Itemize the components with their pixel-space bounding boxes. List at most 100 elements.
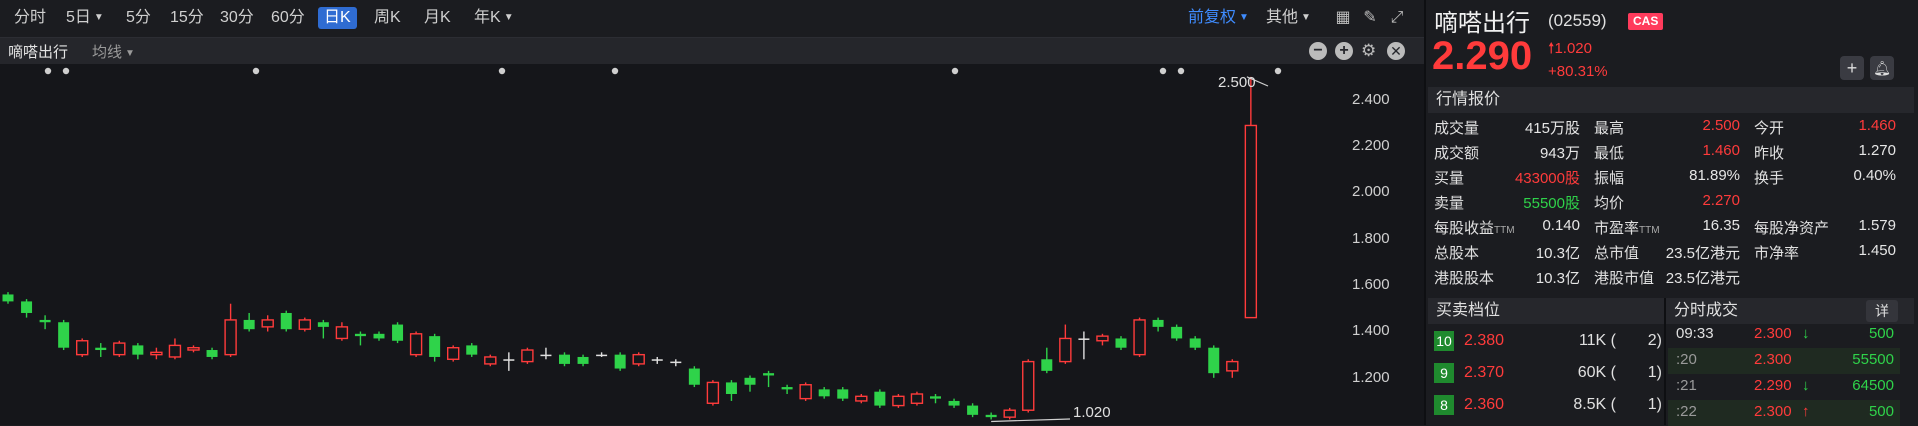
candle[interactable] bbox=[224, 303, 237, 357]
event-marker[interactable] bbox=[951, 67, 959, 75]
candle[interactable] bbox=[614, 352, 626, 371]
candle[interactable] bbox=[95, 343, 107, 357]
grid-layout-icon[interactable]: ▦ bbox=[1334, 9, 1352, 27]
zoom-out-icon[interactable]: − bbox=[1309, 42, 1327, 60]
settings-gear-icon[interactable]: ⚙ bbox=[1361, 41, 1376, 61]
candle[interactable] bbox=[632, 352, 645, 367]
candle[interactable] bbox=[930, 394, 941, 404]
candle[interactable] bbox=[243, 312, 255, 332]
candle[interactable] bbox=[1171, 324, 1183, 341]
candle[interactable] bbox=[58, 319, 70, 351]
candlestick-chart[interactable]: 2.400 2.200 2.000 1.800 1.600 1.400 1.20… bbox=[0, 64, 1424, 425]
candle[interactable] bbox=[466, 343, 478, 357]
candle[interactable] bbox=[335, 322, 349, 341]
candle[interactable] bbox=[670, 359, 682, 367]
event-marker[interactable] bbox=[62, 67, 70, 75]
period-5day[interactable]: 5日 ▼ bbox=[60, 7, 110, 29]
candle[interactable] bbox=[985, 412, 997, 420]
candle[interactable] bbox=[1096, 333, 1109, 346]
candle[interactable] bbox=[521, 347, 534, 364]
event-marker[interactable] bbox=[1274, 67, 1282, 75]
candle[interactable] bbox=[1244, 76, 1258, 319]
alert-bell-icon[interactable]: 🔔︎ bbox=[1870, 56, 1894, 80]
candle[interactable] bbox=[874, 389, 886, 408]
candle[interactable] bbox=[1208, 345, 1220, 378]
candle[interactable] bbox=[317, 319, 329, 339]
candle[interactable] bbox=[818, 387, 830, 399]
period-30min[interactable]: 30分 bbox=[214, 7, 260, 29]
candle[interactable] bbox=[280, 310, 292, 332]
fullscreen-icon[interactable]: ⤢ bbox=[1388, 9, 1406, 27]
candle[interactable] bbox=[706, 380, 720, 406]
candle[interactable] bbox=[1115, 336, 1127, 351]
candle[interactable] bbox=[1059, 324, 1072, 364]
candle[interactable] bbox=[1133, 317, 1146, 357]
candle[interactable] bbox=[1152, 317, 1164, 332]
candle[interactable] bbox=[187, 345, 200, 353]
period-weekly-k[interactable]: 周K bbox=[368, 7, 407, 29]
period-daily-k[interactable]: 日K bbox=[318, 7, 357, 29]
candle[interactable] bbox=[763, 370, 775, 388]
candle[interactable] bbox=[910, 391, 924, 406]
period-5min[interactable]: 5分 bbox=[120, 7, 157, 29]
event-marker[interactable] bbox=[252, 67, 260, 75]
add-watchlist-button[interactable]: + bbox=[1840, 56, 1864, 80]
indicator-dropdown[interactable]: 均线 ▼ bbox=[92, 41, 135, 62]
trades-detail-button[interactable]: 详 bbox=[1866, 300, 1898, 322]
candle[interactable] bbox=[409, 331, 423, 357]
candle[interactable] bbox=[21, 299, 33, 318]
period-yearly-k[interactable]: 年K ▼ bbox=[468, 7, 520, 29]
event-marker[interactable] bbox=[1159, 67, 1167, 75]
period-15min[interactable]: 15分 bbox=[164, 7, 210, 29]
candle[interactable] bbox=[837, 387, 849, 401]
candle[interactable] bbox=[392, 322, 404, 344]
candle[interactable] bbox=[1226, 359, 1239, 378]
candle[interactable] bbox=[725, 380, 737, 401]
event-marker[interactable] bbox=[498, 67, 506, 75]
candle[interactable] bbox=[651, 356, 663, 364]
candle[interactable] bbox=[261, 315, 274, 332]
candle[interactable] bbox=[1041, 347, 1053, 374]
candle[interactable] bbox=[2, 292, 14, 304]
candle[interactable] bbox=[484, 354, 497, 367]
candle[interactable] bbox=[559, 352, 570, 367]
candle[interactable] bbox=[39, 315, 51, 330]
candle[interactable] bbox=[688, 366, 700, 388]
candle[interactable] bbox=[781, 384, 793, 395]
period-60min[interactable]: 60分 bbox=[265, 7, 311, 29]
candle[interactable] bbox=[855, 394, 868, 404]
candle[interactable] bbox=[1078, 331, 1090, 360]
candle[interactable] bbox=[1189, 336, 1201, 351]
candle[interactable] bbox=[596, 352, 608, 357]
pen-draw-icon[interactable]: ✎ bbox=[1361, 9, 1379, 27]
candle[interactable] bbox=[447, 345, 460, 362]
event-marker[interactable] bbox=[1177, 67, 1185, 75]
candle[interactable] bbox=[948, 398, 960, 408]
close-icon[interactable]: ✕ bbox=[1387, 42, 1405, 60]
event-marker[interactable] bbox=[44, 67, 52, 75]
candle[interactable] bbox=[429, 333, 441, 362]
candle[interactable] bbox=[298, 317, 311, 332]
adjust-dropdown[interactable]: 前复权 ▼ bbox=[1182, 7, 1255, 29]
candle[interactable] bbox=[132, 343, 144, 360]
candle[interactable] bbox=[206, 347, 218, 360]
event-marker[interactable] bbox=[611, 67, 619, 75]
candle[interactable] bbox=[799, 382, 812, 401]
candle[interactable] bbox=[1003, 407, 1016, 420]
candle[interactable] bbox=[892, 394, 905, 408]
period-monthly-k[interactable]: 月K bbox=[418, 7, 457, 29]
candle[interactable] bbox=[373, 331, 385, 341]
period-intraday[interactable]: 分时 bbox=[8, 7, 52, 29]
candle[interactable] bbox=[168, 338, 182, 360]
candle[interactable] bbox=[503, 352, 515, 371]
candle[interactable] bbox=[75, 338, 89, 357]
candle[interactable] bbox=[577, 354, 589, 367]
other-dropdown[interactable]: 其他 ▼ bbox=[1260, 7, 1317, 29]
candle[interactable] bbox=[967, 403, 979, 418]
zoom-in-icon[interactable]: + bbox=[1335, 42, 1353, 60]
candle[interactable] bbox=[150, 347, 163, 360]
candle[interactable] bbox=[540, 347, 552, 360]
candle[interactable] bbox=[1022, 359, 1035, 413]
candle[interactable] bbox=[354, 331, 366, 346]
candle[interactable] bbox=[113, 340, 126, 357]
